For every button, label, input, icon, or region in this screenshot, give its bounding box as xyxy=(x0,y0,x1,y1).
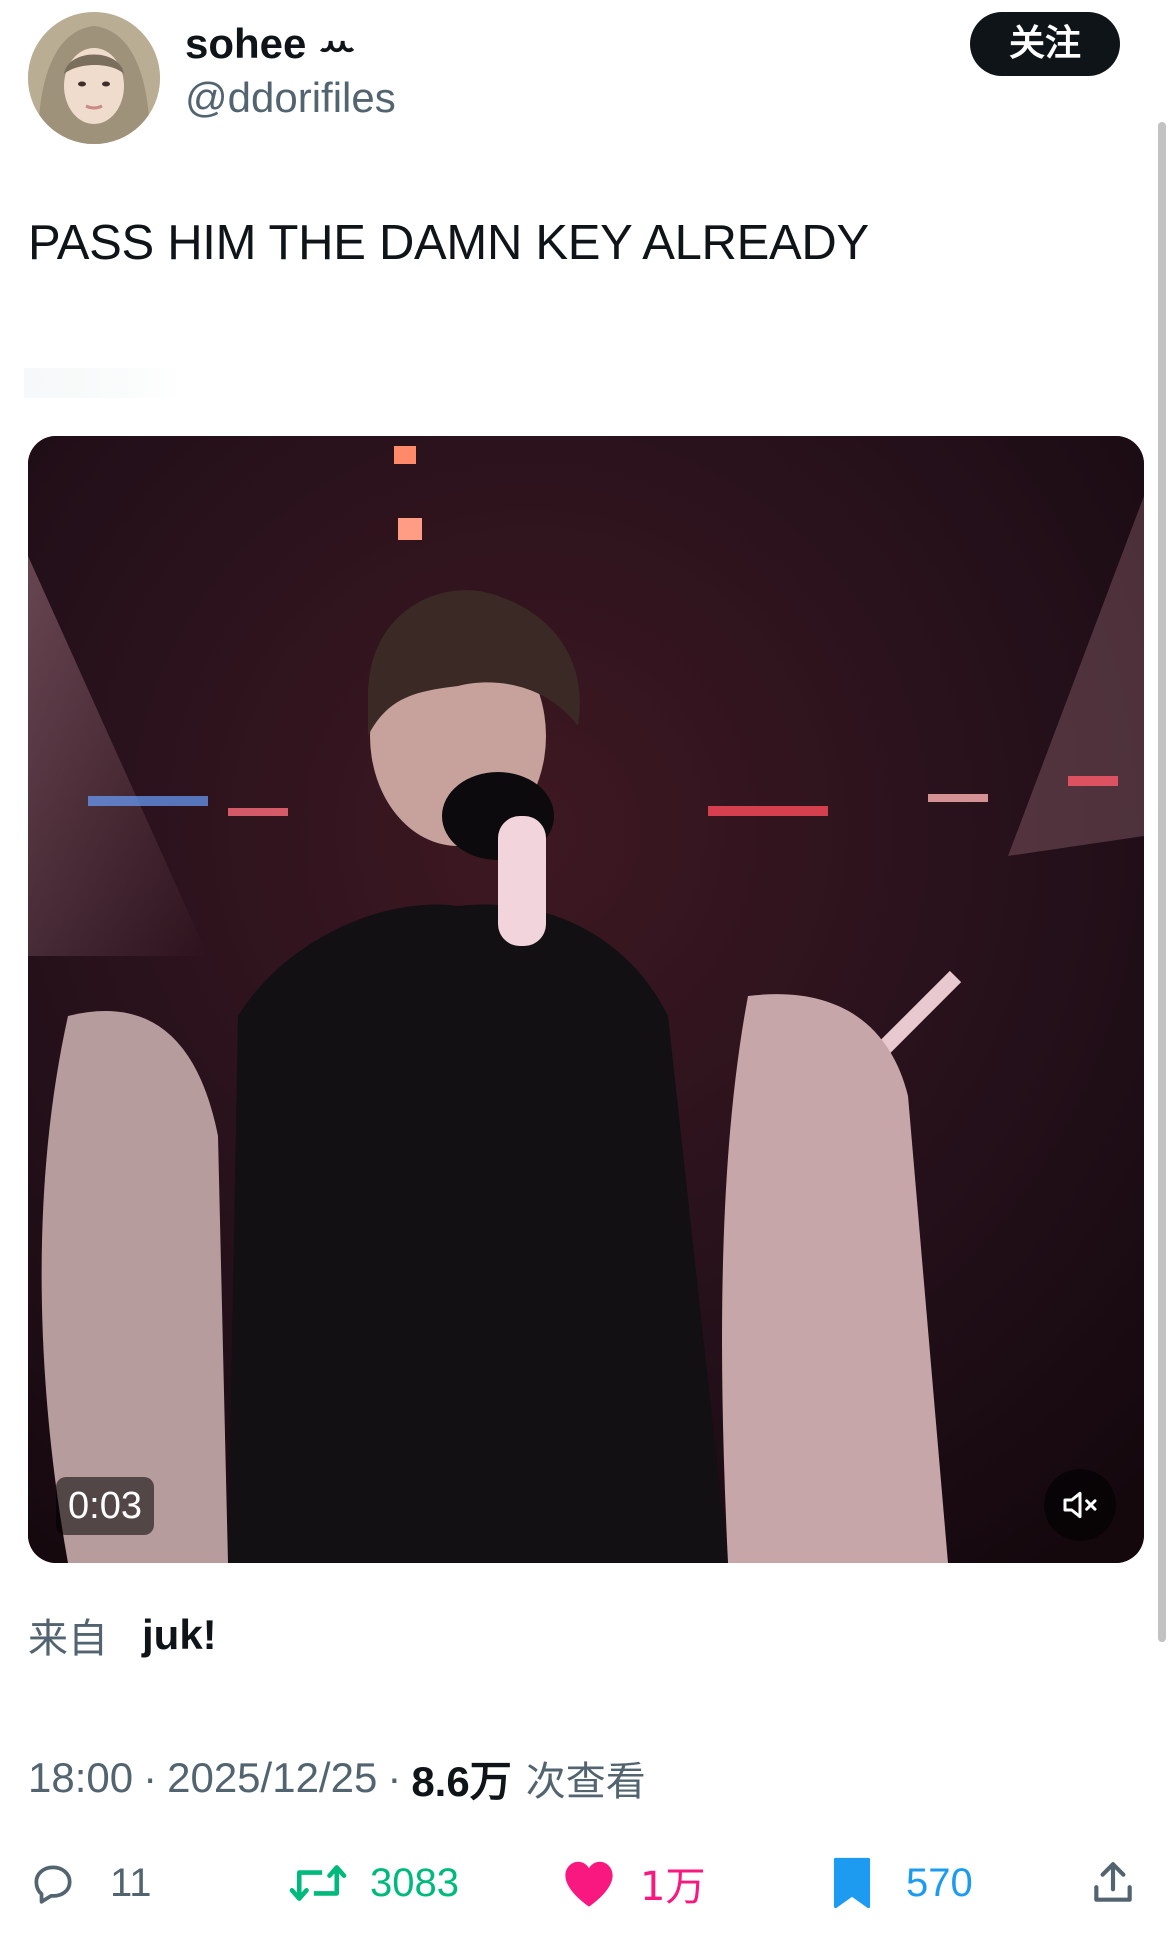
retweet-icon xyxy=(289,1865,347,1901)
bookmark-count: 570 xyxy=(906,1860,973,1905)
share-icon xyxy=(1094,1862,1132,1902)
author-handle[interactable]: @ddorifiles xyxy=(185,68,396,128)
share-button[interactable] xyxy=(1088,1848,1138,1918)
retweet-button[interactable]: 3083 xyxy=(288,1848,459,1918)
tweet-text: PASS HIM THE DAMN KEY ALREADY xyxy=(28,216,869,270)
source-name[interactable]: juk! xyxy=(142,1611,217,1659)
author-avatar[interactable] xyxy=(28,12,160,144)
video-timestamp: 0:03 xyxy=(56,1477,154,1535)
like-count: 1万 xyxy=(640,1864,706,1910)
tweet-date[interactable]: 2025/12/25 xyxy=(167,1754,377,1802)
heart-icon xyxy=(565,1861,613,1907)
source-attribution: 来自 juk! xyxy=(28,1605,217,1665)
reply-button[interactable]: 11 xyxy=(28,1848,152,1918)
author-display-name[interactable]: sohee ꕀ xyxy=(185,14,356,74)
retweet-count: 3083 xyxy=(370,1860,459,1905)
volume-muted-icon xyxy=(1063,1491,1097,1519)
bookmark-icon xyxy=(833,1857,871,1909)
video-player[interactable]: 0:03 xyxy=(28,436,1144,1563)
follow-button[interactable]: 关注 xyxy=(970,12,1120,76)
meta-separator: · xyxy=(143,1754,158,1801)
scrollbar[interactable] xyxy=(1158,122,1166,1642)
video-frame xyxy=(28,436,1144,1563)
reply-icon xyxy=(34,1865,72,1904)
blank-placeholder xyxy=(24,368,184,398)
mute-toggle-button[interactable] xyxy=(1044,1469,1116,1541)
tweet-time[interactable]: 18:00 xyxy=(28,1754,133,1802)
views-label: 次查看 xyxy=(525,1759,646,1805)
source-label: 来自 xyxy=(28,1616,108,1662)
meta-separator: · xyxy=(387,1754,402,1801)
avatar-image xyxy=(28,12,160,144)
tweet-meta: 18:00 · 2025/12/25 · 8.6万 次查看 xyxy=(28,1748,646,1808)
reply-count: 11 xyxy=(110,1860,152,1905)
bookmark-button[interactable]: 570 xyxy=(830,1848,973,1918)
like-button[interactable]: 1万 xyxy=(560,1848,705,1918)
views-count: 8.6万 xyxy=(411,1757,512,1805)
